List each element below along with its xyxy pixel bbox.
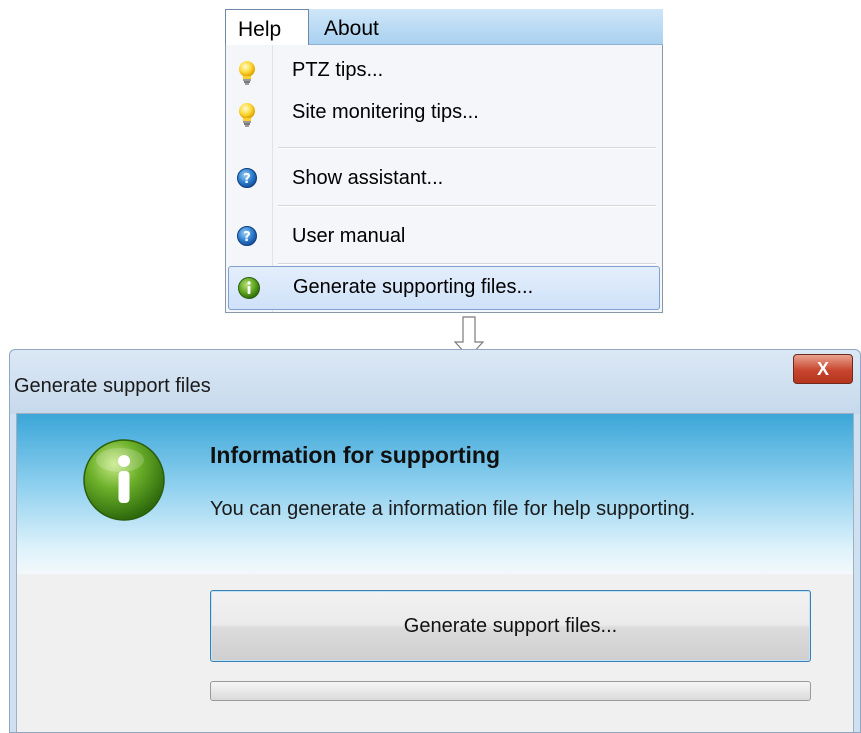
- menu-about-label: About: [324, 17, 379, 40]
- help-menu-screenshot: Help About PTZ tips... Site monitering t…: [225, 9, 663, 313]
- info-icon: [82, 438, 166, 527]
- menu-item-site-monitoring-tips[interactable]: Site monitering tips...: [226, 97, 662, 133]
- menu-item-label: Show assistant...: [292, 167, 444, 189]
- menu-item-label: Generate supporting files...: [293, 276, 534, 298]
- menu-item-user-manual[interactable]: ? User manual: [226, 215, 662, 259]
- button-label: Generate support files...: [403, 615, 618, 637]
- generate-support-files-button[interactable]: Generate support files...: [210, 590, 811, 662]
- dialog-titlebar[interactable]: Generate support files X: [10, 350, 860, 414]
- dialog-title: Generate support files: [14, 375, 211, 397]
- menu-help[interactable]: Help: [225, 9, 309, 46]
- menu-item-label: Site monitering tips...: [292, 101, 479, 123]
- close-icon: X: [816, 359, 829, 379]
- menu-help-label: Help: [238, 18, 282, 41]
- menu-bar: Help About: [225, 9, 663, 46]
- menu-item-show-assistant[interactable]: ? Show assistant...: [226, 157, 662, 201]
- menu-separator: [278, 147, 656, 148]
- info-icon: [237, 276, 261, 306]
- progress-bar: [210, 681, 811, 701]
- help-icon: ?: [236, 167, 258, 195]
- svg-text:?: ?: [243, 172, 251, 187]
- menu-separator: [278, 263, 656, 264]
- menu-item-label: PTZ tips...: [292, 59, 384, 81]
- menu-separator: [278, 205, 656, 206]
- menu-about[interactable]: About: [324, 9, 379, 46]
- help-icon: ?: [236, 225, 258, 253]
- lightbulb-icon: [236, 102, 258, 134]
- menu-item-ptz-tips[interactable]: PTZ tips...: [226, 55, 662, 91]
- svg-text:?: ?: [243, 230, 251, 245]
- lightbulb-icon: [236, 60, 258, 92]
- header-title: Information for supporting: [210, 442, 501, 468]
- menu-item-label: User manual: [292, 225, 406, 247]
- dialog-client-area: Information for supporting You can gener…: [16, 413, 854, 732]
- close-button[interactable]: X: [793, 354, 853, 384]
- menu-item-generate-supporting-files[interactable]: Generate supporting files...: [228, 266, 660, 310]
- dialog-header: Information for supporting You can gener…: [17, 414, 853, 574]
- help-dropdown: PTZ tips... Site monitering tips... ? Sh…: [225, 45, 663, 313]
- generate-support-files-dialog: Generate support files X Information for…: [9, 349, 861, 733]
- header-description: You can generate a information file for …: [210, 498, 696, 520]
